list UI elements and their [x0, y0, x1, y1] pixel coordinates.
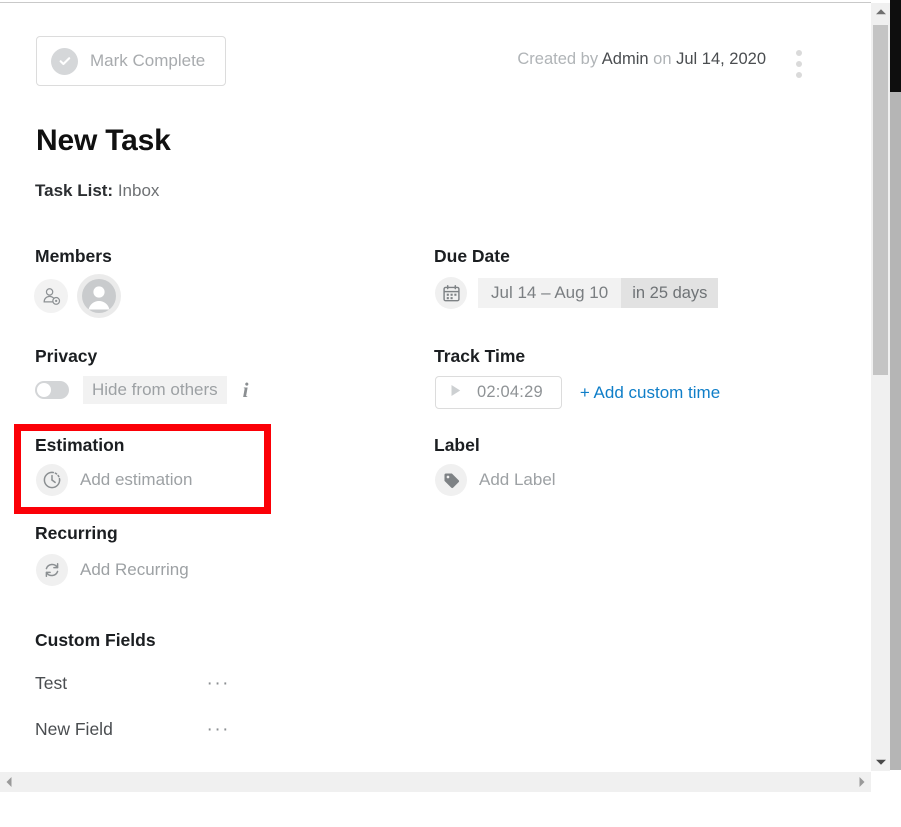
more-horizontal-icon[interactable]: ··· — [207, 720, 230, 739]
label-row[interactable]: Add Label — [435, 464, 556, 496]
due-date-range: Jul 14 – Aug 10 — [478, 278, 622, 308]
estimation-highlight-box — [14, 424, 271, 514]
right-edge-dark-strip — [890, 0, 901, 92]
refresh-icon — [36, 554, 68, 586]
right-edge-grey-strip — [890, 92, 901, 770]
vertical-scrollbar-thumb[interactable] — [873, 25, 888, 375]
vertical-scrollbar[interactable] — [871, 3, 890, 771]
scroll-down-button[interactable] — [871, 753, 890, 771]
toggle-knob — [37, 383, 51, 397]
custom-field-name: New Field — [35, 719, 113, 739]
custom-field-row[interactable]: Test ··· — [35, 673, 230, 694]
mark-complete-button[interactable]: Mark Complete — [36, 36, 226, 86]
mark-complete-label: Mark Complete — [90, 51, 206, 70]
scroll-right-button[interactable] — [853, 772, 871, 792]
created-date: Jul 14, 2020 — [676, 50, 766, 68]
add-person-icon[interactable] — [34, 279, 68, 313]
triangle-up-icon — [875, 9, 886, 15]
more-vertical-icon[interactable] — [787, 48, 811, 80]
triangle-right-icon — [859, 777, 865, 787]
more-horizontal-icon[interactable]: ··· — [207, 674, 230, 693]
privacy-row: Hide from others i — [35, 376, 249, 404]
timer-display[interactable]: 02:04:29 — [435, 376, 562, 409]
add-label-label: Add Label — [479, 470, 556, 489]
recurring-heading: Recurring — [35, 523, 118, 543]
scroll-up-button[interactable] — [871, 3, 890, 21]
add-recurring-label: Add Recurring — [80, 560, 189, 579]
kebab-dot — [796, 72, 802, 78]
recurring-row[interactable]: Add Recurring — [36, 554, 189, 586]
window-right-edge — [890, 0, 901, 827]
created-on: on — [653, 50, 672, 68]
track-time-row: 02:04:29 + Add custom time — [435, 376, 720, 409]
members-heading: Members — [35, 246, 112, 266]
play-icon[interactable] — [448, 383, 463, 403]
custom-field-row[interactable]: New Field ··· — [35, 719, 230, 740]
track-time-heading: Track Time — [434, 346, 526, 366]
kebab-dot — [796, 61, 802, 67]
window-bottom-filler — [0, 792, 901, 827]
custom-fields-heading: Custom Fields — [35, 630, 156, 650]
page-title: New Task — [36, 124, 171, 157]
privacy-heading: Privacy — [35, 346, 98, 366]
members-row — [34, 274, 121, 318]
info-icon[interactable]: i — [243, 378, 249, 403]
hide-from-others-label: Hide from others — [83, 376, 227, 404]
created-by-text: Created by Admin on Jul 14, 2020 — [517, 50, 766, 69]
task-list-value[interactable]: Inbox — [118, 181, 160, 200]
label-heading: Label — [434, 435, 480, 455]
task-list-label: Task List: — [35, 181, 114, 200]
kebab-dot — [796, 50, 802, 56]
horizontal-scrollbar[interactable] — [0, 772, 871, 792]
triangle-left-icon — [6, 777, 12, 787]
user-avatar-icon[interactable] — [77, 274, 121, 318]
due-date-row[interactable]: Jul 14 – Aug 10 in 25 days — [435, 277, 719, 309]
hide-from-others-toggle[interactable] — [35, 381, 69, 399]
task-detail-panel: Mark Complete Created by Admin on Jul 14… — [0, 3, 871, 768]
tag-icon — [435, 464, 467, 496]
created-prefix: Created by — [517, 50, 599, 68]
add-custom-time-link[interactable]: + Add custom time — [580, 383, 720, 403]
scroll-left-button[interactable] — [0, 772, 18, 792]
calendar-icon — [435, 277, 467, 309]
due-date-relative: in 25 days — [621, 278, 719, 308]
task-list-row: Task List: Inbox — [35, 181, 159, 201]
created-author: Admin — [601, 50, 649, 68]
due-date-pill[interactable]: Jul 14 – Aug 10 in 25 days — [478, 278, 719, 308]
timer-value: 02:04:29 — [477, 383, 543, 401]
triangle-down-icon — [875, 759, 886, 765]
due-date-heading: Due Date — [434, 246, 510, 266]
custom-field-name: Test — [35, 673, 68, 693]
check-circle-icon — [51, 47, 78, 75]
